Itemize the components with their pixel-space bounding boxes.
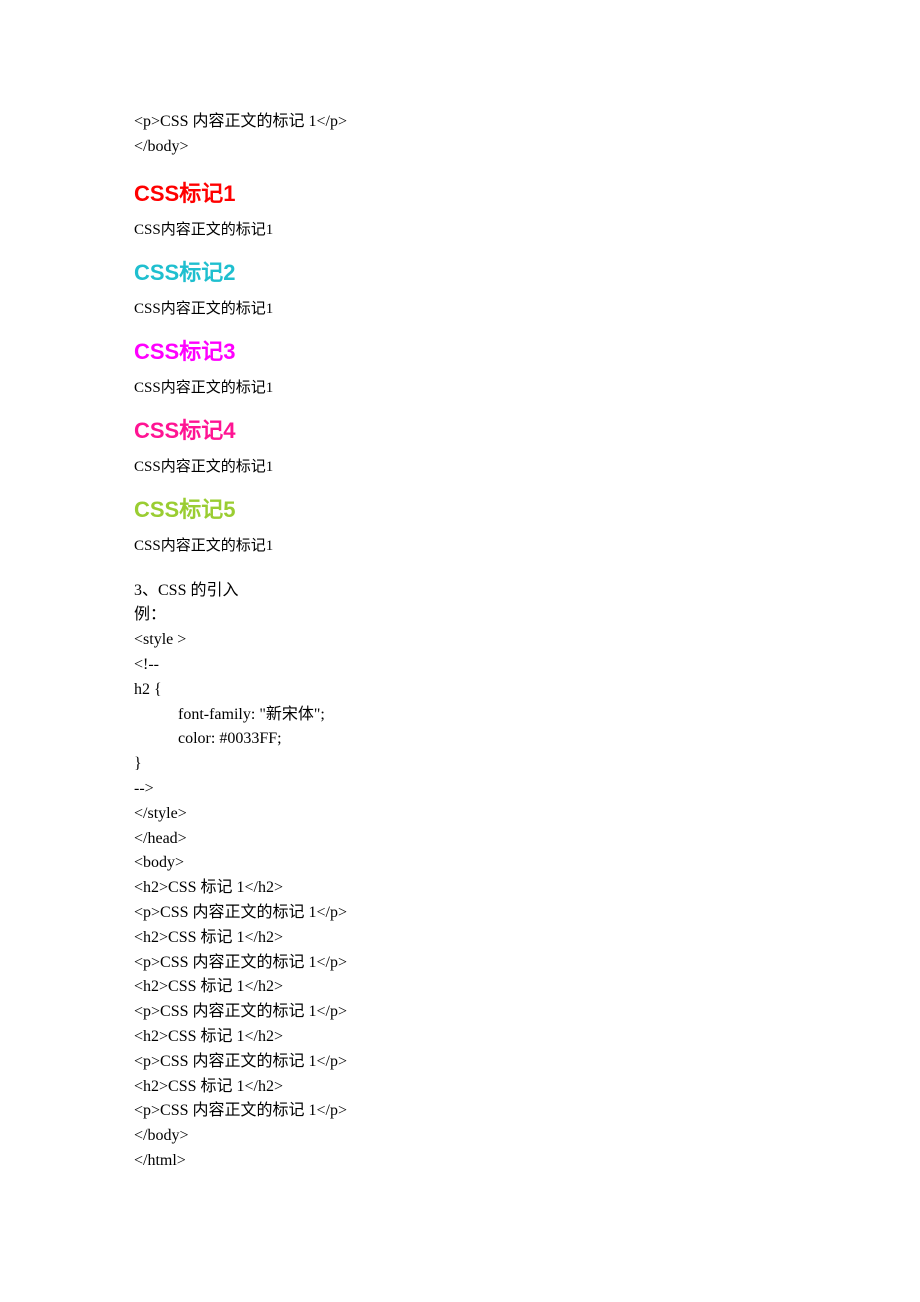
code-line: <p>CSS 内容正文的标记 1</p> — [134, 901, 790, 926]
code-line: <h2>CSS 标记 1</h2> — [134, 1025, 790, 1050]
demo-text-3: CSS内容正文的标记1 — [134, 376, 790, 397]
code-line: </html> — [134, 1149, 790, 1174]
example-label: 例： — [134, 603, 790, 628]
code-line: <!-- — [134, 653, 790, 678]
code-line: <p>CSS 内容正文的标记 1</p> — [134, 110, 790, 135]
demo-heading-3: CSS标记3 — [134, 334, 790, 366]
code-line: font-family: "新宋体"; — [134, 703, 790, 728]
code-line: </style> — [134, 802, 790, 827]
code-line: h2 { — [134, 678, 790, 703]
rendered-demo: CSS标记1 CSS内容正文的标记1 CSS标记2 CSS内容正文的标记1 CS… — [134, 176, 790, 555]
demo-text-4: CSS内容正文的标记1 — [134, 455, 790, 476]
code-line: <p>CSS 内容正文的标记 1</p> — [134, 1050, 790, 1075]
code-line: </head> — [134, 827, 790, 852]
code-line: <h2>CSS 标记 1</h2> — [134, 876, 790, 901]
demo-text-5: CSS内容正文的标记1 — [134, 534, 790, 555]
demo-text-2: CSS内容正文的标记1 — [134, 297, 790, 318]
code-line: <body> — [134, 851, 790, 876]
demo-heading-1: CSS标记1 — [134, 176, 790, 208]
demo-heading-4: CSS标记4 — [134, 413, 790, 445]
section-title: 3、CSS 的引入 — [134, 579, 790, 604]
demo-heading-5: CSS标记5 — [134, 492, 790, 524]
code-line: <h2>CSS 标记 1</h2> — [134, 926, 790, 951]
code-line: <h2>CSS 标记 1</h2> — [134, 975, 790, 1000]
demo-heading-2: CSS标记2 — [134, 255, 790, 287]
code-line: <p>CSS 内容正文的标记 1</p> — [134, 951, 790, 976]
code-line: <p>CSS 内容正文的标记 1</p> — [134, 1099, 790, 1124]
demo-text-1: CSS内容正文的标记1 — [134, 218, 790, 239]
code-line: </body> — [134, 135, 790, 160]
document-page: <p>CSS 内容正文的标记 1</p> </body> CSS标记1 CSS内… — [0, 0, 920, 1234]
code-line: <p>CSS 内容正文的标记 1</p> — [134, 1000, 790, 1025]
code-line: <h2>CSS 标记 1</h2> — [134, 1075, 790, 1100]
code-line: --> — [134, 777, 790, 802]
code-line: } — [134, 752, 790, 777]
code-line: <style > — [134, 628, 790, 653]
code-line: color: #0033FF; — [134, 727, 790, 752]
code-line: </body> — [134, 1124, 790, 1149]
